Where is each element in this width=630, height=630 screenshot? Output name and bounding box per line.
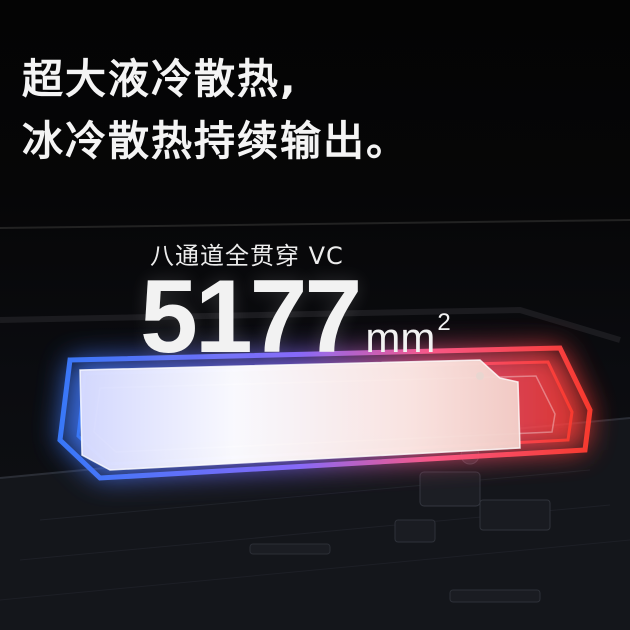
vc-area-unit-exponent: 2: [437, 309, 451, 336]
vc-area-value: 5177: [140, 259, 362, 375]
vc-area-unit-text: mm: [365, 314, 436, 361]
headline: 超大液冷散热, 冰冷散热持续输出。: [22, 48, 409, 172]
vc-area-unit: mm2: [365, 309, 450, 361]
vc-area-figure: 5177 mm2: [140, 258, 451, 377]
headline-line-2: 冰冷散热持续输出。: [22, 117, 409, 165]
headline-line-1: 超大液冷散热,: [22, 55, 298, 103]
promo-banner: 超大液冷散热, 冰冷散热持续输出。 八通道全贯穿 VC 5177 mm2: [0, 0, 630, 630]
